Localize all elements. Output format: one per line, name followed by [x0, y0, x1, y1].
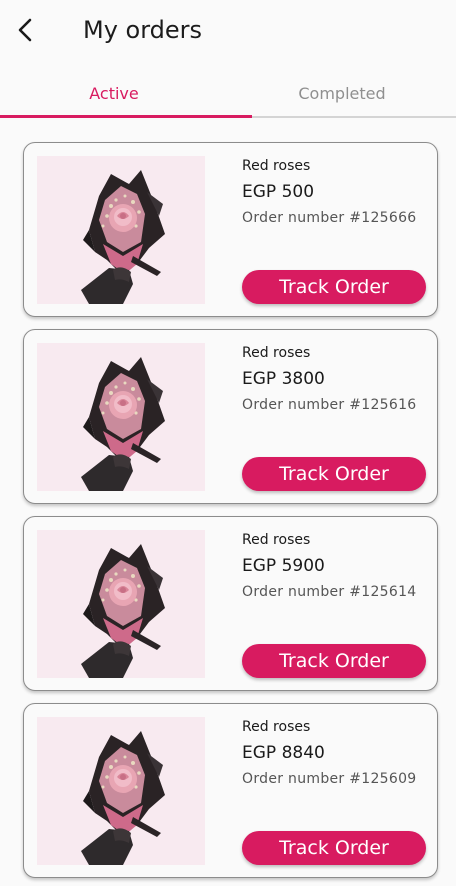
- order-price: EGP 3800: [242, 369, 325, 389]
- tab-completed[interactable]: Completed: [228, 70, 456, 116]
- product-name: Red roses: [242, 532, 311, 548]
- tab-active[interactable]: Active: [0, 70, 228, 116]
- order-price: EGP 500: [242, 182, 315, 202]
- order-card[interactable]: Red roses EGP 500 Order number #125666 Trac…: [23, 142, 438, 317]
- track-order-button[interactable]: Track Order: [242, 644, 426, 678]
- order-number: Order number #125666: [242, 210, 417, 226]
- product-image: [37, 343, 205, 491]
- order-number: Order number #125609: [242, 771, 417, 787]
- order-card[interactable]: Red roses EGP 3800 Order number #125616 Tra…: [23, 329, 438, 504]
- order-number: Order number #125616: [242, 397, 417, 413]
- page-title: My orders: [83, 16, 203, 44]
- product-name: Red roses: [242, 158, 311, 174]
- rose-bouquet-image: [37, 156, 205, 304]
- tab-bar: Active Completed: [0, 70, 456, 118]
- rose-bouquet-image: [37, 717, 205, 865]
- product-image: [37, 156, 205, 304]
- order-price: EGP 8840: [242, 743, 325, 763]
- product-name: Red roses: [242, 719, 311, 735]
- rose-bouquet-image: [37, 343, 205, 491]
- track-order-button[interactable]: Track Order: [242, 457, 426, 491]
- product-name: Red roses: [242, 345, 311, 361]
- rose-bouquet-image: [37, 530, 205, 678]
- product-image: [37, 717, 205, 865]
- chevron-left-icon: [18, 18, 32, 42]
- track-order-button[interactable]: Track Order: [242, 270, 426, 304]
- order-number: Order number #125614: [242, 584, 417, 600]
- order-price: EGP 5900: [242, 556, 325, 576]
- app-bar: My orders: [0, 0, 456, 62]
- tab-indicator: [0, 115, 252, 118]
- order-card[interactable]: Red roses EGP 8840 Order number #125609 Tra…: [23, 703, 438, 878]
- product-image: [37, 530, 205, 678]
- back-button[interactable]: [10, 14, 40, 46]
- track-order-button[interactable]: Track Order: [242, 831, 426, 865]
- order-card[interactable]: Red roses EGP 5900 Order number #125614 Tra…: [23, 516, 438, 691]
